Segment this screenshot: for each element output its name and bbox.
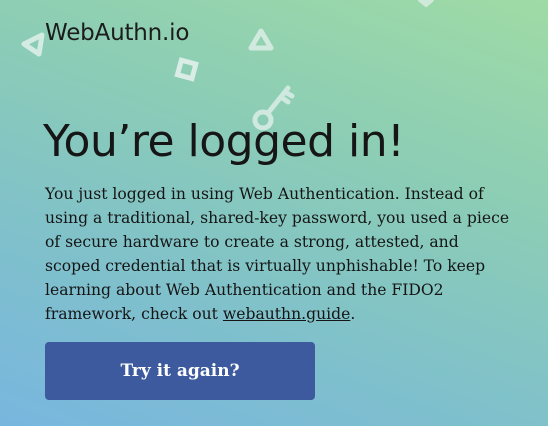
site-logo[interactable]: WebAuthn.io [45, 20, 189, 46]
try-again-button[interactable]: Try it again? [45, 342, 315, 400]
square-icon [174, 57, 199, 82]
triangle-icon [418, 0, 434, 7]
webauthn-guide-link[interactable]: webauthn.guide [223, 305, 350, 323]
info-paragraph-end: . [350, 305, 356, 323]
info-paragraph-text: You just logged in using Web Authenticat… [45, 185, 510, 323]
info-paragraph: You just logged in using Web Authenticat… [45, 182, 515, 326]
triangle-icon [248, 28, 274, 51]
page-title: You’re logged in! [43, 116, 405, 167]
triangle-icon [21, 32, 45, 57]
